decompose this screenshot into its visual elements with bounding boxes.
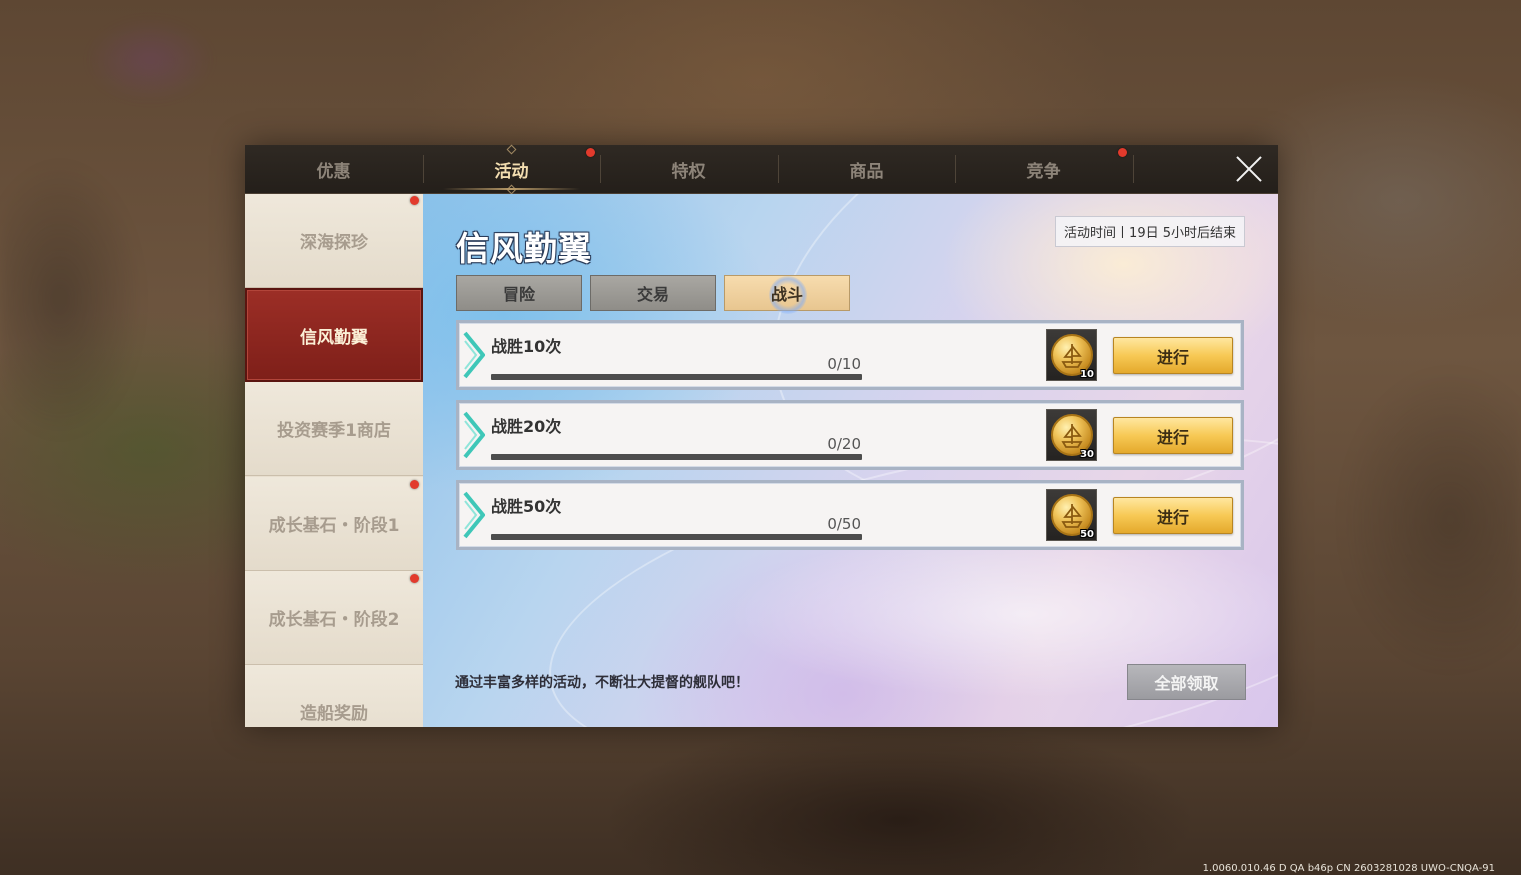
tab-privileges[interactable]: 特权: [600, 145, 777, 194]
tab-competition-label: 竞争: [1026, 162, 1061, 182]
chevron-right-icon: [463, 331, 485, 379]
tab-divider: [1133, 155, 1134, 183]
task-progress-text: 0/50: [827, 515, 861, 533]
subtab-adventure[interactable]: 冒险: [456, 275, 582, 311]
tab-competition-notify-dot: [1118, 148, 1127, 157]
event-sidebar: 深海探珍 信风勤翼 投资赛季1商店 成长基石・阶段1 成长基石・阶段2 造船奖励: [245, 194, 423, 727]
tab-events-notify-dot: [586, 148, 595, 157]
sidebar-item-label: 深海探珍: [300, 233, 368, 253]
version-label: 1.0060.010.46 D QA b46p CN 2603281028 UW…: [1202, 863, 1495, 874]
event-content: 信风勤翼 活动时间丨19日 5小时后结束 冒险 交易 战斗 战胜10次 0/10: [423, 194, 1278, 727]
tab-events-label: 活动: [494, 162, 529, 182]
sidebar-notify-dot: [410, 574, 419, 583]
subtab-label: 战斗: [770, 285, 803, 304]
tab-offers-label: 优惠: [316, 162, 351, 182]
sidebar-item-label: 投资赛季1商店: [277, 421, 391, 441]
chevron-right-icon: [463, 491, 485, 539]
tab-competition[interactable]: 竞争: [955, 145, 1132, 194]
tab-privileges-label: 特权: [671, 162, 706, 182]
tab-ornament-top: [506, 144, 516, 155]
reward-quantity: 30: [1080, 449, 1094, 460]
sidebar-item-deep-sea[interactable]: 深海探珍: [245, 194, 423, 288]
close-icon[interactable]: [1234, 154, 1264, 184]
tab-events[interactable]: 活动: [423, 144, 600, 195]
event-description: 通过丰富多样的活动，不断壮大提督的舰队吧！: [455, 675, 749, 691]
chevron-right-icon: [463, 411, 485, 459]
task-row: 战胜10次 0/10 10 进行: [456, 320, 1244, 390]
task-progress-text: 0/10: [827, 355, 861, 373]
subtab-label: 冒险: [502, 285, 535, 304]
sidebar-item-label: 成长基石・阶段2: [268, 610, 400, 630]
subtab-battle[interactable]: 战斗: [724, 275, 850, 314]
go-button[interactable]: 进行: [1113, 417, 1233, 454]
sidebar-item-label: 造船奖励: [300, 704, 368, 724]
subtab-trade[interactable]: 交易: [590, 275, 716, 311]
task-row: 战胜50次 0/50 50 进行: [456, 480, 1244, 550]
tab-goods[interactable]: 商品: [778, 145, 955, 194]
sidebar-item-label: 成长基石・阶段1: [268, 516, 400, 536]
task-name: 战胜50次: [491, 497, 562, 516]
reward-slot[interactable]: 10: [1046, 329, 1097, 381]
event-time-badge: 活动时间丨19日 5小时后结束: [1055, 216, 1245, 247]
reward-quantity: 50: [1080, 529, 1094, 540]
sidebar-item-investment-shop[interactable]: 投资赛季1商店: [245, 382, 423, 476]
sidebar-item-trade-wind[interactable]: 信风勤翼: [245, 288, 423, 382]
claim-all-button[interactable]: 全部领取: [1127, 664, 1246, 700]
subtab-label: 交易: [636, 285, 669, 304]
task-progress-bar: [491, 454, 862, 460]
tab-goods-label: 商品: [849, 162, 884, 182]
task-name: 战胜10次: [491, 337, 562, 356]
sidebar-notify-dot: [410, 196, 419, 205]
task-progress-text: 0/20: [827, 435, 861, 453]
reward-quantity: 10: [1080, 369, 1094, 380]
task-progress-bar: [491, 374, 862, 380]
sidebar-item-label: 信风勤翼: [300, 327, 368, 348]
event-title: 信风勤翼: [456, 229, 592, 268]
sidebar-notify-dot: [410, 480, 419, 489]
sidebar-item-growth-stage-2[interactable]: 成长基石・阶段2: [245, 571, 423, 665]
go-button[interactable]: 进行: [1113, 337, 1233, 374]
reward-slot[interactable]: 30: [1046, 409, 1097, 461]
sidebar-item-shipbuilding-reward[interactable]: 造船奖励: [245, 665, 423, 727]
tab-offers[interactable]: 优惠: [245, 145, 422, 194]
reward-slot[interactable]: 50: [1046, 489, 1097, 541]
top-tab-bar: 优惠 活动 特权 商品 竞争: [245, 144, 1278, 195]
go-button[interactable]: 进行: [1113, 497, 1233, 534]
event-dialog: 优惠 活动 特权 商品 竞争 深海探珍 信风勤翼 投资赛季1商店 成长基石・阶段…: [245, 144, 1278, 727]
task-row: 战胜20次 0/20 30 进行: [456, 400, 1244, 470]
task-progress-bar: [491, 534, 862, 540]
sidebar-item-growth-stage-1[interactable]: 成长基石・阶段1: [245, 477, 423, 571]
tab-ornament-bottom: [506, 184, 516, 195]
task-name: 战胜20次: [491, 417, 562, 436]
